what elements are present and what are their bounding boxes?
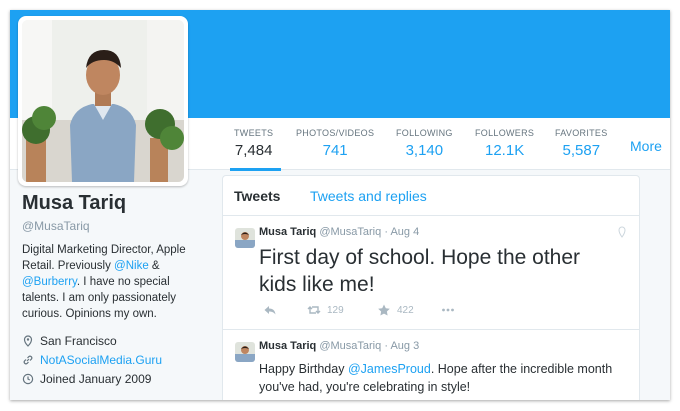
stat-favorites[interactable]: FAVORITES 5,587 — [555, 128, 608, 159]
bio-text: Digital Marketing Director, Apple Retail… — [22, 244, 186, 272]
tweet-item[interactable]: Musa Tariq @MusaTariq · Aug 3 Happy Birt… — [223, 330, 639, 400]
stat-value: 12.1K — [485, 142, 525, 159]
profile-handle[interactable]: @MusaTariq — [22, 219, 212, 233]
favorite-star-icon — [378, 304, 390, 316]
retweet-icon — [307, 306, 321, 314]
location-text: San Francisco — [40, 333, 117, 348]
tweet-timeline: Tweets Tweets and replies Musa Tariq @Mu… — [222, 175, 640, 400]
retweet-button[interactable]: 129 — [307, 304, 377, 316]
tweet-separator: · — [384, 226, 388, 238]
stat-value: 3,140 — [405, 142, 444, 159]
tweet-author-handle[interactable]: @MusaTariq — [319, 226, 381, 238]
stat-label: PHOTOS/VIDEOS — [296, 128, 375, 138]
location-row: San Francisco — [22, 331, 212, 350]
tweet-header: Musa Tariq @MusaTariq · Aug 3 — [259, 340, 419, 352]
reply-icon — [264, 306, 276, 315]
stat-label: FOLLOWERS — [475, 128, 535, 138]
timeline-tabs: Tweets Tweets and replies — [223, 176, 639, 216]
location-pin-icon[interactable] — [617, 226, 627, 238]
profile-page: TWEETS 7,484 PHOTOS/VIDEOS 741 FOLLOWING… — [10, 10, 670, 400]
tweet-author-name[interactable]: Musa Tariq — [259, 340, 316, 352]
tab-tweets-and-replies[interactable]: Tweets and replies — [310, 188, 427, 204]
tweet-author-name[interactable]: Musa Tariq — [259, 226, 316, 238]
more-dots-icon — [442, 308, 454, 312]
stat-label: FAVORITES — [555, 128, 608, 138]
tweet-author-handle[interactable]: @MusaTariq — [319, 340, 381, 352]
bio-text: & — [148, 260, 160, 272]
website-row: NotASocialMedia.Guru — [22, 350, 212, 369]
tweet-text-part: Happy Birthday — [259, 362, 348, 376]
tweet-header: Musa Tariq @MusaTariq · Aug 4 — [259, 226, 419, 238]
reply-button[interactable] — [263, 304, 307, 316]
tweet-date[interactable]: Aug 3 — [390, 340, 419, 352]
stat-value: 7,484 — [234, 142, 273, 159]
stat-following[interactable]: FOLLOWING 3,140 — [396, 128, 453, 159]
profile-sidebar: Musa Tariq @MusaTariq Digital Marketing … — [22, 192, 212, 388]
tweet-avatar[interactable] — [235, 342, 255, 362]
profile-meta: San Francisco NotASocialMedia.Guru Joine… — [22, 331, 212, 388]
map-pin-icon — [23, 334, 33, 347]
favorite-button[interactable]: 422 — [377, 304, 441, 316]
profile-name[interactable]: Musa Tariq — [22, 192, 212, 215]
tweet-date[interactable]: Aug 4 — [390, 226, 419, 238]
stat-followers[interactable]: FOLLOWERS 12.1K — [475, 128, 534, 159]
tweet-text: Happy Birthday @JamesProud. Hope after t… — [259, 360, 629, 396]
profile-bio: Digital Marketing Director, Apple Retail… — [22, 242, 204, 322]
bio-mention-burberry[interactable]: @Burberry — [22, 276, 77, 288]
stat-label: TWEETS — [234, 128, 274, 138]
joined-text: Joined January 2009 — [40, 371, 152, 386]
link-icon — [23, 355, 33, 364]
avatar-photo — [22, 20, 184, 182]
tweet-mention[interactable]: @JamesProud — [348, 362, 431, 376]
tweet-separator: · — [384, 340, 388, 352]
stat-tweets[interactable]: TWEETS 7,484 — [229, 128, 282, 171]
stat-photos-videos[interactable]: PHOTOS/VIDEOS 741 — [296, 128, 374, 159]
tweet-actions: 129 422 — [263, 304, 455, 316]
retweet-count: 129 — [327, 304, 344, 316]
stat-value: 741 — [322, 142, 348, 159]
bio-mention-nike[interactable]: @Nike — [114, 260, 149, 272]
calendar-icon — [22, 373, 34, 384]
website-link[interactable]: NotASocialMedia.Guru — [40, 353, 162, 367]
tab-tweets[interactable]: Tweets — [234, 188, 280, 204]
tweet-text: First day of school. Hope the other kids… — [259, 246, 580, 296]
profile-avatar[interactable] — [18, 16, 188, 186]
tweet-avatar[interactable] — [235, 228, 255, 248]
tweet-item[interactable]: Musa Tariq @MusaTariq · Aug 4 First day … — [223, 216, 639, 330]
more-menu-button[interactable]: More — [630, 138, 662, 154]
more-actions-button[interactable] — [441, 304, 455, 316]
favorite-count: 422 — [397, 304, 414, 316]
stat-value: 5,587 — [562, 142, 601, 159]
joined-row: Joined January 2009 — [22, 369, 212, 388]
stat-label: FOLLOWING — [396, 128, 453, 138]
